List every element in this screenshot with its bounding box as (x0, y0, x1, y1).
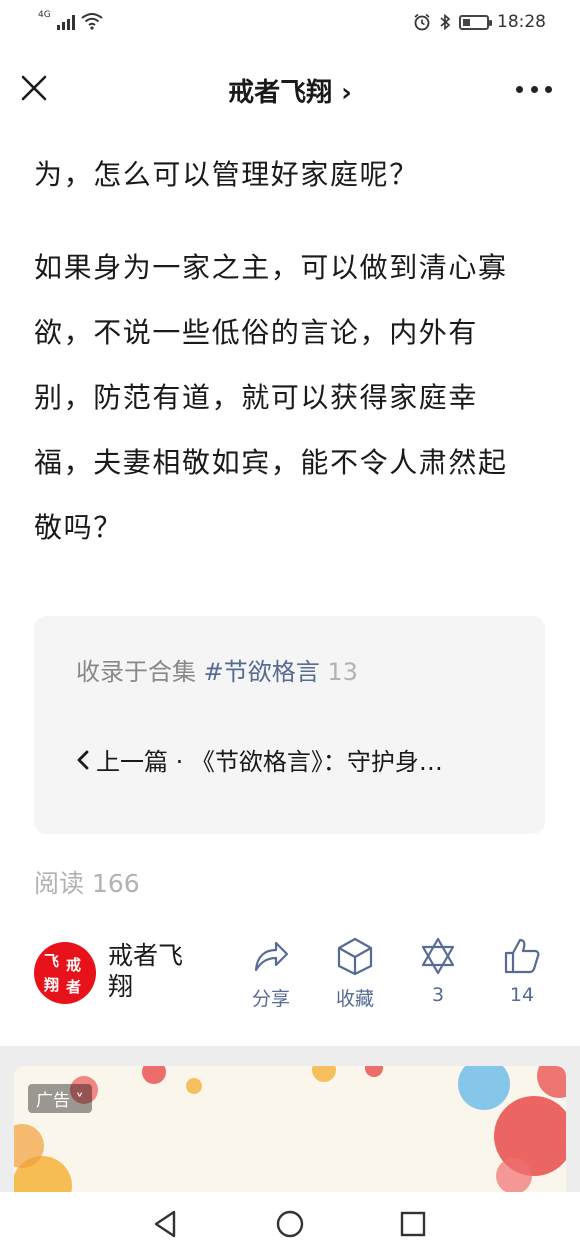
alarm-icon (414, 13, 430, 31)
status-left: 4G (38, 10, 103, 30)
battery-icon (459, 14, 492, 30)
recents-icon[interactable] (395, 1206, 431, 1242)
account-title-link[interactable]: 戒者飞翔 › (0, 72, 580, 109)
back-icon[interactable] (148, 1206, 184, 1242)
status-time: 18:28 (497, 12, 546, 32)
ad-badge-label: 广告 (36, 1091, 70, 1111)
previous-article-link[interactable]: 上一篇 · 《节欲格言》：守护身… (74, 742, 443, 777)
chevron-left-icon (77, 750, 89, 769)
avatar-char: 戒 (66, 956, 82, 974)
author-name[interactable]: 戒者飞翔 (108, 940, 198, 1002)
like-icon (504, 938, 540, 974)
share-icon (254, 941, 289, 972)
collection-info: 收录于合集 #节欲格言 13 (76, 652, 358, 687)
favorite-label: 收藏 (335, 988, 374, 1010)
wow-icon (421, 937, 455, 975)
avatar-char: 翔 (44, 976, 60, 994)
status-right: 18:28 (413, 12, 546, 32)
wow-button[interactable]: 3 (403, 936, 473, 1006)
article-line: 为，怎么可以管理好家庭呢？ (34, 158, 419, 191)
collection-tag-link[interactable]: #节欲格言 (204, 658, 320, 686)
avatar-char: 者 (66, 978, 82, 996)
collection-count: 13 (319, 658, 358, 686)
screen: 4G 18:28 戒者飞翔 › 为，怎么可以管理好家庭呢？ 如果身为一家之主，可… (0, 0, 580, 1257)
status-bar: 4G 18:28 (0, 0, 580, 48)
like-button[interactable]: 14 (487, 936, 557, 1006)
share-button[interactable]: 分享 (236, 936, 306, 1011)
wifi-icon (81, 13, 103, 30)
more-icon[interactable] (516, 74, 552, 104)
battery-fill (463, 18, 470, 26)
ad-banner[interactable]: 广告 ˅ (14, 1066, 566, 1192)
nav-bar: 戒者飞翔 › (0, 56, 580, 122)
ad-badge[interactable]: 广告 ˅ (28, 1084, 92, 1113)
ad-decoration (14, 1066, 566, 1192)
article-line: 别，防范有道，就可以获得家庭幸 (34, 381, 479, 414)
favorite-button[interactable]: 收藏 (320, 936, 390, 1011)
signal-icon (56, 14, 75, 30)
article-body: 为，怎么可以管理好家庭呢？ 如果身为一家之主，可以做到清心寡 欲，不说一些低俗的… (34, 142, 550, 560)
avatar[interactable]: 飞 戒 翔 者 (34, 942, 96, 1004)
collection-prefix: 收录于合集 (76, 658, 204, 686)
read-count: 阅读 166 (34, 869, 140, 898)
home-icon[interactable] (272, 1206, 308, 1242)
favorite-icon (337, 937, 373, 976)
previous-article-label: 上一篇 · 《节欲格言》：守护身… (96, 748, 443, 776)
share-label: 分享 (251, 988, 290, 1010)
article-paragraph: 为，怎么可以管理好家庭呢？ (34, 142, 550, 207)
system-nav-bar (0, 1192, 580, 1257)
network-label: 4G (38, 10, 51, 20)
wow-count: 3 (431, 984, 445, 1006)
article-line: 欲，不说一些低俗的言论，内外有 (34, 316, 479, 349)
avatar-char: 飞 (44, 952, 60, 970)
collection-card: 收录于合集 #节欲格言 13 上一篇 · 《节欲格言》：守护身… (34, 616, 545, 834)
article-line: 敬吗？ (34, 511, 123, 544)
like-count: 14 (509, 984, 535, 1006)
article-line: 如果身为一家之主，可以做到清心寡 (34, 251, 508, 284)
bluetooth-icon (440, 13, 451, 31)
article-line: 福，夫妻相敬如宾，能不令人肃然起 (34, 446, 508, 479)
article-paragraph: 如果身为一家之主，可以做到清心寡 欲，不说一些低俗的言论，内外有 别，防范有道，… (34, 235, 550, 560)
